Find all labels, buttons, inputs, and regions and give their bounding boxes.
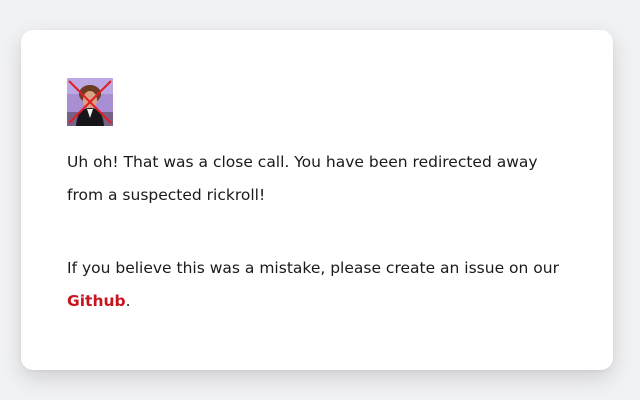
warning-card: Uh oh! That was a close call. You have b… (21, 30, 613, 370)
mistake-message: If you believe this was a mistake, pleas… (67, 252, 577, 318)
mistake-message-text: If you believe this was a mistake, pleas… (67, 259, 559, 277)
page: Uh oh! That was a close call. You have b… (0, 0, 640, 400)
crossed-out-rickroll-image (67, 78, 113, 126)
redirect-message: Uh oh! That was a close call. You have b… (67, 153, 538, 204)
github-link[interactable]: Github (67, 292, 126, 310)
sentence-period: . (125, 292, 131, 310)
blocked-image-icon (67, 78, 113, 126)
